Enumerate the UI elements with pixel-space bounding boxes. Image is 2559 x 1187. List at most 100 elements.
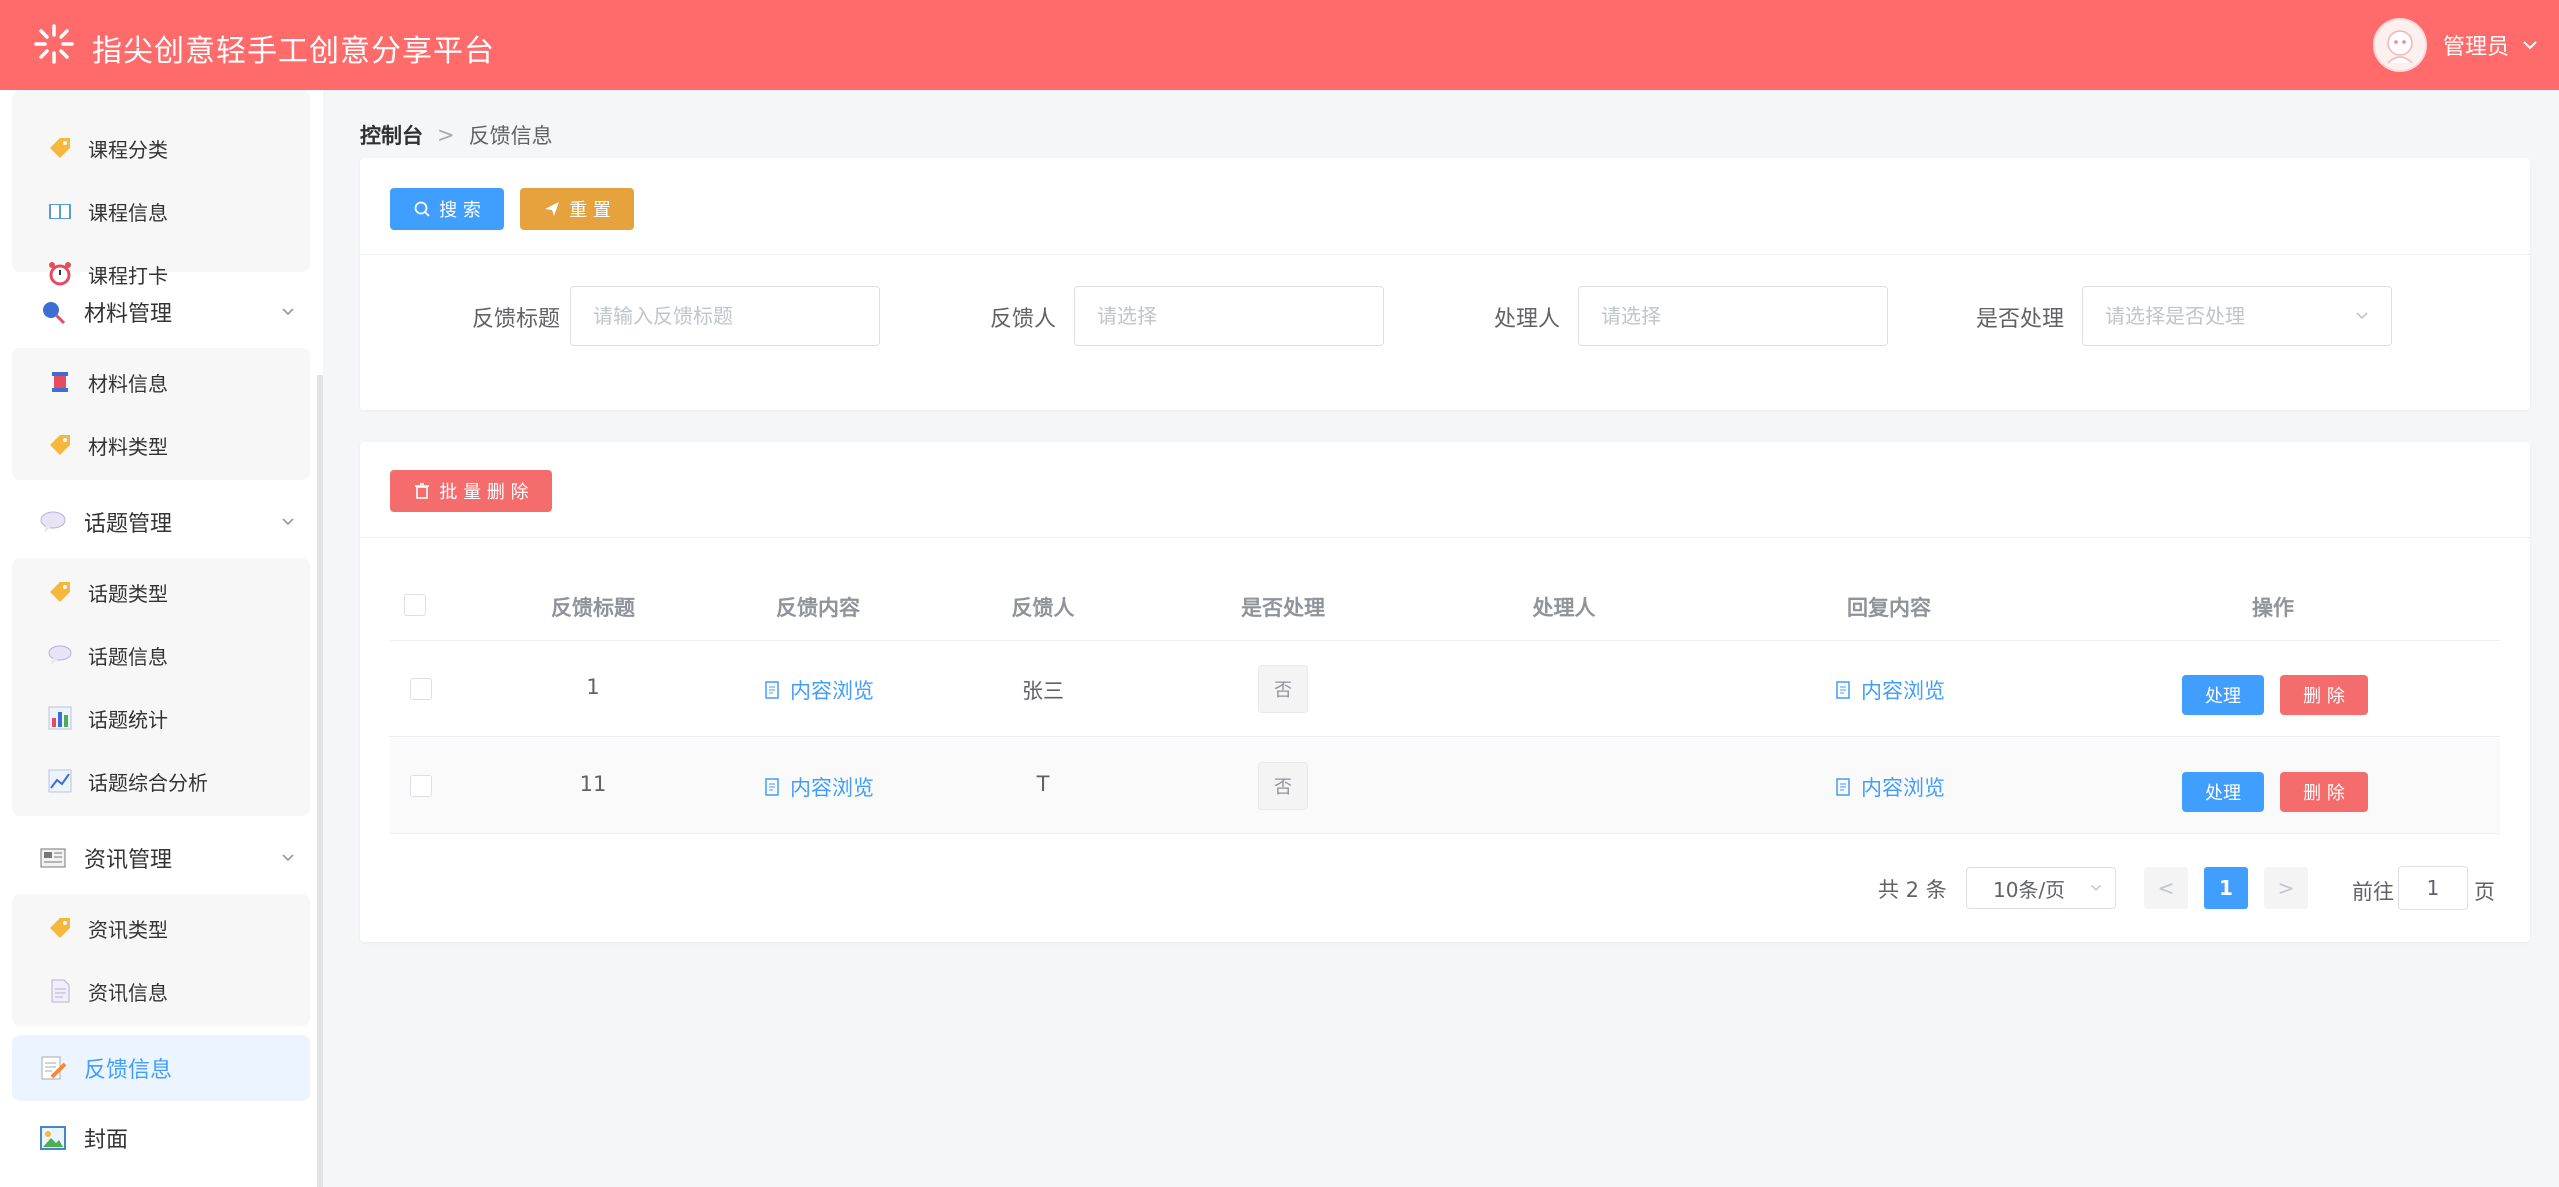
- col-header-handler: 处理人: [1532, 596, 1596, 620]
- document-icon: [51, 979, 70, 1003]
- status-badge: 否: [1258, 665, 1308, 713]
- col-header-reply: 回复内容: [1847, 596, 1931, 620]
- filter-handled-label: 是否处理: [1975, 307, 2064, 332]
- page-jump-input[interactable]: [2398, 866, 2468, 910]
- menu-topics[interactable]: 话题管理: [38, 500, 298, 544]
- col-header-content: 反馈内容: [776, 596, 860, 620]
- sidebar-item-news-type[interactable]: 资讯类型: [50, 908, 168, 948]
- chevron-down-icon: [282, 308, 294, 316]
- speech-bubble-icon: [40, 511, 66, 533]
- filter-submitter-label: 反馈人: [989, 307, 1056, 332]
- jump-label: 前往: [2352, 880, 2394, 904]
- menu-label: 封面: [84, 1128, 129, 1153]
- sidebar-scrollbar[interactable]: [317, 375, 323, 1187]
- document-icon: [765, 681, 779, 699]
- menu-feedback[interactable]: 反馈信息: [38, 1046, 298, 1090]
- chevron-down-icon[interactable]: [2352, 306, 2372, 326]
- picture-icon: [40, 1126, 66, 1150]
- next-page-button[interactable]: >: [2264, 867, 2308, 909]
- reply-view-link[interactable]: 内容浏览: [1833, 675, 1945, 705]
- chevron-down-icon: [282, 854, 294, 862]
- reply-view-label: 内容浏览: [1861, 679, 1945, 703]
- sidebar-item-course-info[interactable]: 课程信息: [49, 191, 168, 231]
- sidebar-item-course-category[interactable]: 课程分类: [50, 128, 168, 168]
- menu-news[interactable]: 资讯管理: [38, 836, 298, 880]
- content-view-link[interactable]: 内容浏览: [762, 675, 874, 705]
- chevron-down-icon: [282, 518, 294, 526]
- menu-label: 话题管理: [84, 512, 173, 537]
- tag-icon: [50, 435, 70, 455]
- sidebar-item-course-checkin[interactable]: 课程打卡: [49, 254, 168, 294]
- user-avatar-icon: [2387, 30, 2413, 64]
- pin-icon: [43, 302, 66, 325]
- breadcrumb-home[interactable]: 控制台: [360, 120, 423, 150]
- select-all-checkbox[interactable]: [404, 594, 426, 616]
- breadcrumb-current: 反馈信息: [468, 124, 553, 148]
- process-button[interactable]: 处理: [2182, 675, 2264, 715]
- filter-submitter-select[interactable]: [1074, 286, 1384, 346]
- menu-materials[interactable]: 材料管理: [38, 290, 298, 334]
- batch-delete-button[interactable]: 批 量 删 除: [390, 470, 552, 512]
- delete-button[interactable]: 删 除: [2280, 772, 2368, 812]
- chevron-down-icon[interactable]: [2519, 34, 2541, 56]
- col-header-handled: 是否处理: [1241, 596, 1325, 620]
- content-view-link[interactable]: 内容浏览: [762, 772, 874, 802]
- sidebar-item-label: 资讯信息: [88, 980, 168, 1005]
- user-name[interactable]: 管理员: [2443, 29, 2509, 61]
- delete-button[interactable]: 删 除: [2280, 675, 2368, 715]
- page-size-select[interactable]: 10条/页: [1966, 867, 2116, 909]
- alarm-clock-icon: [49, 262, 71, 286]
- chevron-down-icon: [2090, 884, 2102, 891]
- sidebar-item-label: 课程分类: [88, 137, 168, 162]
- sidebar-item-material-type[interactable]: 材料类型: [50, 425, 168, 465]
- menu-cover[interactable]: 封面: [38, 1116, 298, 1160]
- sidebar-item-news-info[interactable]: 资讯信息: [51, 971, 168, 1011]
- filter-handler-select[interactable]: [1578, 286, 1888, 346]
- sidebar-item-label: 材料类型: [88, 434, 168, 459]
- tag-icon: [50, 918, 70, 938]
- search-icon: [414, 201, 430, 217]
- sparkle-logo-icon: [34, 24, 74, 64]
- sidebar-item-label: 课程打卡: [88, 263, 168, 288]
- pagination-total: 共 2 条: [1878, 878, 1947, 902]
- content-view-label: 内容浏览: [790, 776, 874, 800]
- col-header-submitter: 反馈人: [1011, 596, 1075, 620]
- divider: [360, 537, 2530, 538]
- prev-page-button[interactable]: <: [2144, 867, 2188, 909]
- menu-label: 反馈信息: [84, 1058, 173, 1083]
- col-header-actions: 操作: [2252, 596, 2294, 620]
- app-title: 指尖创意轻手工创意分享平台: [92, 34, 495, 69]
- sidebar-item-topic-stats[interactable]: 话题统计: [48, 698, 168, 738]
- sidebar-item-label: 资讯类型: [88, 917, 168, 942]
- row-checkbox[interactable]: [410, 775, 432, 797]
- sidebar-item-topic-analysis[interactable]: 话题综合分析: [48, 761, 208, 801]
- top-header: 指尖创意轻手工创意分享平台 管理员: [0, 0, 2559, 90]
- document-icon: [765, 778, 779, 796]
- search-button-label: 搜 索: [439, 200, 481, 221]
- tag-icon: [50, 582, 70, 602]
- reply-view-label: 内容浏览: [1861, 776, 1945, 800]
- row-checkbox[interactable]: [410, 678, 432, 700]
- process-button[interactable]: 处理: [2182, 772, 2264, 812]
- reply-view-link[interactable]: 内容浏览: [1833, 772, 1945, 802]
- sidebar-item-material-info[interactable]: 材料信息: [52, 362, 168, 402]
- newspaper-icon: [40, 848, 66, 868]
- bar-chart-icon: [48, 706, 72, 730]
- sidebar-item-topic-info[interactable]: 话题信息: [48, 635, 168, 675]
- breadcrumb-separator: >: [437, 123, 455, 147]
- filter-handled-select[interactable]: [2082, 286, 2392, 346]
- sidebar-item-label: 话题类型: [88, 581, 168, 606]
- search-button[interactable]: 搜 索: [390, 188, 504, 230]
- document-icon: [1836, 778, 1850, 796]
- filter-handler-label: 处理人: [1493, 307, 1560, 332]
- table-card: 批 量 删 除 反馈标题 反馈内容 反馈人 是否处理 处理人 回复内容 操作 1…: [360, 442, 2530, 942]
- status-badge: 否: [1258, 762, 1308, 810]
- user-menu[interactable]: 管理员: [2372, 18, 2541, 72]
- document-icon: [1836, 681, 1850, 699]
- sidebar-item-topic-type[interactable]: 话题类型: [50, 572, 168, 612]
- filter-title-input[interactable]: [570, 286, 880, 346]
- page-number-button[interactable]: 1: [2204, 867, 2248, 909]
- sidebar-item-label: 材料信息: [88, 371, 168, 396]
- reset-button[interactable]: 重 置: [520, 188, 634, 230]
- avatar[interactable]: [2372, 18, 2427, 72]
